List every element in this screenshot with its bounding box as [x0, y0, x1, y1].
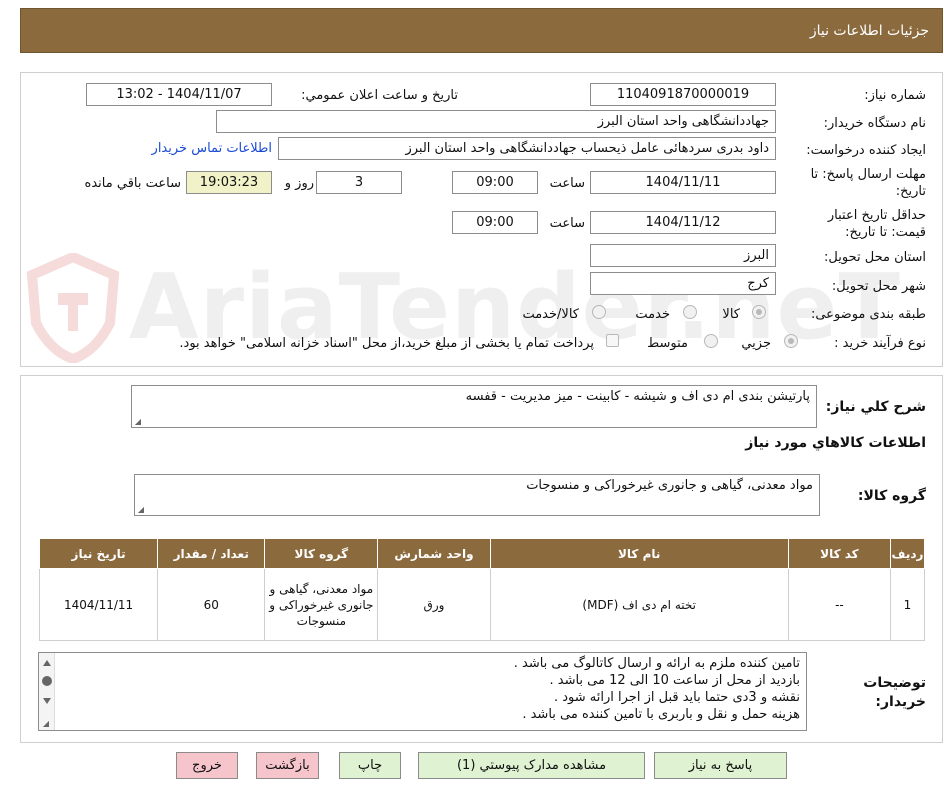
validity-date-field: 1404/11/12 [590, 211, 776, 234]
resize-handle-icon[interactable]: ◢ [136, 506, 144, 514]
general-desc-text: پارتیشن بندی ام دی اف و شیشه - کابینت - … [465, 389, 810, 404]
city-label: شهر محل تحویل: [831, 279, 926, 294]
province-label: استان محل تحویل: [824, 250, 926, 265]
row-index: 1 [889, 568, 926, 641]
remaining-time-field: 19:03:23 [186, 171, 272, 194]
aria-logo-icon [26, 253, 120, 363]
page-title: جزئیات اطلاعات نیاز [809, 23, 929, 39]
col-qty: تعداد / مقدار [157, 538, 266, 569]
goods-group-label: گروه کالا: [857, 488, 926, 504]
category-label: طبقه بندی موضوعی: [810, 307, 926, 322]
validity-time-field: 09:00 [452, 211, 538, 234]
city-field: کرج [590, 272, 776, 295]
row-code: -- [787, 568, 891, 641]
col-unit: واحد شمارش [377, 538, 491, 569]
goods-group-textarea[interactable]: مواد معدنی، گیاهی و جانوری غیرخوراکی و م… [134, 474, 820, 516]
announce-field: 1404/11/07 - 13:02 [86, 83, 272, 106]
note-line: بازدید از محل از ساعت 10 الی 12 می باشد … [549, 673, 800, 688]
scroll-up-icon[interactable] [42, 659, 52, 667]
scroll-down-icon[interactable] [42, 697, 52, 705]
deadline-label: مهلت ارسال پاسخ: تا تاریخ: [810, 167, 926, 199]
buyer-notes-label: توضیحات خریدار: [863, 675, 926, 710]
items-table: ردیف کد کالا نام کالا واحد شمارش گروه کا… [38, 538, 926, 641]
process-label: نوع فرآیند خرید : [834, 336, 926, 351]
page-header: جزئیات اطلاعات نیاز [20, 8, 943, 53]
scroll-thumb-icon[interactable] [41, 675, 53, 687]
col-name: نام کالا [489, 538, 789, 569]
days-field: 3 [316, 171, 402, 194]
table-row: 1 -- تخته ام دی اف (MDF) ورق مواد معدنی،… [38, 568, 926, 641]
requester-field: داود بدری سردهائی عامل ذیحساب جهاددانشگا… [278, 137, 776, 160]
buyer-contact-link[interactable]: اطلاعات تماس خریدار [152, 141, 272, 156]
row-unit: ورق [377, 568, 491, 641]
note-line: تامین کننده ملزم به ارائه و ارسال کاتالو… [513, 656, 800, 671]
category-service-label: خدمت [635, 307, 670, 322]
need-number-field: 1104091870000019 [590, 83, 776, 106]
category-goods-label: کالا [722, 307, 740, 322]
deadline-date-field: 1404/11/11 [590, 171, 776, 194]
reply-button[interactable]: پاسخ به نیاز [654, 752, 787, 779]
col-date: تاریخ نیاز [38, 538, 159, 569]
general-desc-textarea[interactable]: پارتیشن بندی ام دی اف و شیشه - کابینت - … [131, 385, 817, 428]
row-date: 1404/11/11 [38, 568, 159, 641]
category-service-radio[interactable] [683, 305, 697, 319]
treasury-checkbox[interactable] [606, 334, 619, 347]
col-code: کد کالا [787, 538, 891, 569]
requester-label: ایجاد کننده درخواست: [806, 143, 926, 158]
goods-group-text: مواد معدنی، گیاهی و جانوری غیرخوراکی و م… [526, 478, 813, 493]
resize-handle-icon[interactable]: ◢ [133, 418, 141, 426]
exit-button[interactable]: خروج [176, 752, 238, 779]
days-label: روز و [284, 176, 314, 191]
remaining-label: ساعت باقي مانده [84, 176, 181, 191]
province-field: البرز [590, 244, 776, 267]
buyer-org-label: نام دستگاه خریدار: [823, 116, 926, 131]
attachments-button[interactable]: مشاهده مدارک پیوستي (1) [418, 752, 645, 779]
payment-note: پرداخت تمام یا بخشی از مبلغ خرید،از محل … [179, 336, 594, 351]
process-medium-radio[interactable] [704, 334, 718, 348]
note-line: نقشه و 3دی حتما باید قبل از اجرا ارائه ش… [554, 690, 800, 705]
goods-info-title: اطلاعات کالاهاي مورد نیاز [745, 435, 926, 451]
process-small-label: جزیي [741, 336, 771, 351]
process-medium-label: متوسط [647, 336, 688, 351]
row-qty: 60 [157, 568, 266, 641]
buyer-org-field: جهاددانشگاهی واحد استان البرز [216, 110, 776, 133]
print-button[interactable]: چاپ [339, 752, 401, 779]
notes-scrollbar[interactable]: ◢ [39, 653, 55, 730]
process-small-radio[interactable] [784, 334, 798, 348]
back-button[interactable]: بازگشت [256, 752, 319, 779]
table-header-row: ردیف کد کالا نام کالا واحد شمارش گروه کا… [38, 538, 926, 569]
col-group: گروه کالا [264, 538, 379, 569]
general-desc-label: شرح کلي نیاز: [825, 399, 926, 415]
resize-handle-icon[interactable]: ◢ [41, 720, 49, 728]
category-both-label: کالا/خدمت [522, 307, 579, 322]
deadline-time-label: ساعت [549, 176, 585, 191]
note-line: هزینه حمل و نقل و باربری با تامین کننده … [522, 707, 800, 722]
validity-label: حداقل تاریخ اعتبار قیمت: تا تاریخ: [827, 208, 926, 240]
need-number-label: شماره نیاز: [864, 88, 926, 103]
buyer-notes-textarea[interactable]: تامین کننده ملزم به ارائه و ارسال کاتالو… [38, 652, 807, 731]
validity-time-label: ساعت [549, 216, 585, 231]
col-index: ردیف [889, 538, 926, 569]
category-both-radio[interactable] [592, 305, 606, 319]
category-goods-radio[interactable] [752, 305, 766, 319]
deadline-time-field: 09:00 [452, 171, 538, 194]
row-group: مواد معدنی، گیاهی و جانوری غیرخوراکی و م… [264, 568, 379, 641]
row-name: تخته ام دی اف (MDF) [489, 568, 789, 641]
announce-label: تاریخ و ساعت اعلان عمومي: [301, 88, 458, 103]
